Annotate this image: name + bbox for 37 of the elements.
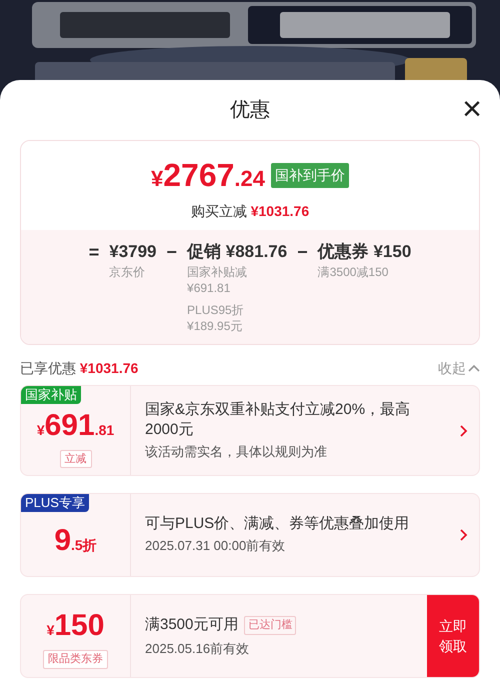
offer-description: 国家&京东双重补贴支付立减20%，最高2000元 — [145, 400, 412, 440]
term-note: 满3500减150 — [318, 264, 390, 280]
price-term: ¥3799 — [109, 241, 157, 263]
offer-note: 2025.05.16前有效 — [145, 640, 250, 658]
price-term: 促销 ¥881.76 — [187, 241, 288, 263]
term-note: 国家补贴减 ¥691.81 — [187, 264, 248, 296]
operator-sign: − — [166, 241, 178, 264]
offer-card[interactable]: 国家补贴 ¥691.81 立减 国家&京东双重补贴支付立减20%，最高2000元 该活动需实名，具体以规则为准 — [20, 385, 480, 476]
offer-card[interactable]: ¥150 限品类东券 满3500元可用 已达门槛 2025.05.16前有效 立即领取 — [20, 594, 480, 678]
condition-badge: 已达门槛 — [244, 616, 296, 634]
term-note: 京东价 — [109, 264, 146, 280]
offer-amount: ¥150 — [46, 608, 104, 644]
chevron-icon — [468, 364, 480, 372]
final-price: ¥2767.24 — [150, 156, 266, 195]
offer-badge: 限品类东券 — [43, 650, 108, 669]
offer-tag: PLUS专享 — [21, 494, 89, 512]
chevron-right-icon[interactable] — [460, 529, 468, 541]
offer-note: 2025.07.31 00:00前有效 — [145, 537, 286, 556]
offer-amount: 9.5折 — [54, 522, 97, 558]
term-note: PLUS95折 ¥189.95元 — [187, 302, 245, 334]
chevron-right-icon[interactable] — [460, 424, 468, 436]
offer-description: 满3500元可用 — [145, 615, 238, 635]
operator-sign: = — [88, 241, 100, 264]
offer-description: 可与PLUS价、满减、券等优惠叠加使用 — [145, 514, 410, 534]
close-button[interactable]: × — [462, 92, 482, 126]
offer-amount: ¥691.81 — [36, 408, 114, 444]
offer-tag: 国家补贴 — [21, 386, 81, 404]
offer-note: 该活动需实名，具体以规则为准 — [145, 442, 328, 461]
claim-button[interactable]: 立即领取 — [427, 595, 479, 677]
offer-badge: 立减 — [60, 450, 92, 468]
saving-text: 购买立减 ¥1031.76 — [190, 202, 310, 221]
offer-card[interactable]: PLUS专享 9.5折 可与PLUS价、满减、券等优惠叠加使用 2025.07.31 00:00前有效 — [20, 493, 480, 577]
enjoyed-discount: 已享优惠 ¥1031.76 — [20, 358, 138, 378]
price-term: 优惠券 ¥150 — [318, 241, 412, 263]
price-tag: 国补到手价 — [271, 162, 350, 188]
sheet-title: 优惠 — [230, 98, 270, 123]
operator-sign: − — [297, 241, 308, 264]
